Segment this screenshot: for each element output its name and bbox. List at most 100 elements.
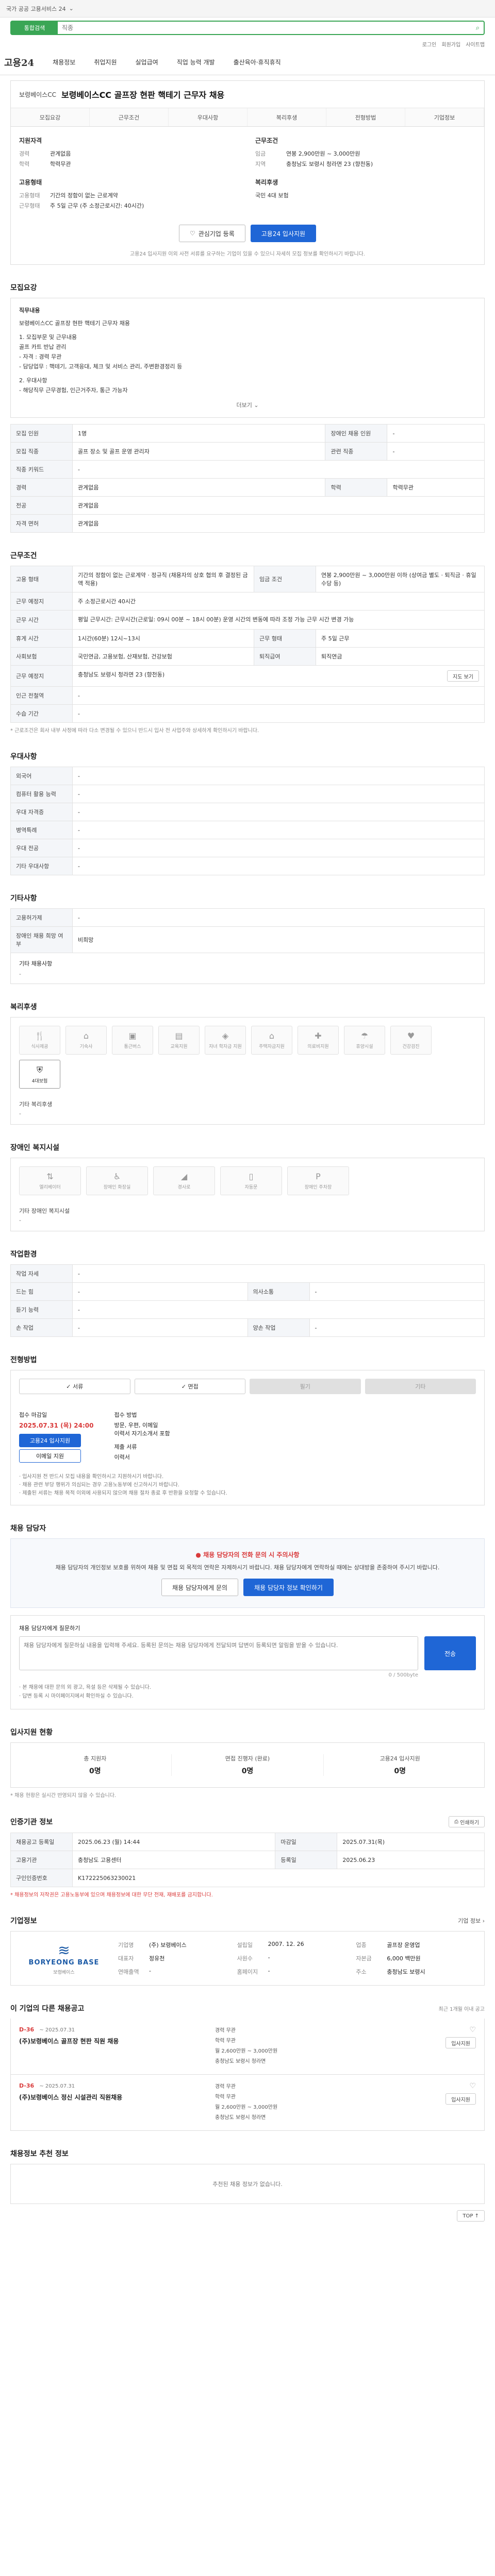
tab-company[interactable]: 기업정보 (405, 108, 484, 126)
print-button[interactable]: ⎙ 인쇄하기 (449, 1816, 485, 1827)
house-icon: ⌂ (269, 1031, 275, 1041)
notice-text: 국가 공공 고용서비스 24 (6, 5, 66, 12)
job-anchor-tabs: 모집요강 근무조건 우대사항 복리후생 전형방법 기업정보 (11, 108, 484, 127)
table-row: 우대 전공 - (10, 839, 485, 857)
facility-label: 경사로 (177, 1185, 191, 1190)
gnb-menu-support[interactable]: 취업지원 (94, 58, 117, 66)
heart-icon[interactable]: ♡ (469, 2082, 476, 2090)
job-apply-button[interactable]: 입사지원 (446, 2037, 476, 2048)
company-box: ≋ BORYEONG BASE 보령베이스 기업명 (주) 보령베이스 설립일 20… (10, 1931, 485, 1986)
kv-value: 충청남도 보령시 청라면 23 (향천동) (286, 161, 373, 167)
th: 듣기 능력 (10, 1300, 73, 1319)
search-scope[interactable]: 통합검색 (11, 22, 58, 34)
td: 관계없음 (72, 496, 485, 515)
sitemap-link[interactable]: 사이트맵 (466, 40, 485, 48)
company-name[interactable]: 보령베이스CC (19, 90, 56, 99)
th: 마감일 (275, 1833, 338, 1851)
td: 관계없음 (72, 514, 485, 533)
contact-recruiter-button[interactable]: 채용 담당자에게 문의 (161, 1579, 239, 1596)
job-item-actions: ♡ 입사지원 (419, 2082, 476, 2123)
job-item-left: D-36 ~ 2025.07.31 (주)보령베이스 정신 시설관리 직원채용 (19, 2082, 205, 2123)
save-company-button[interactable]: ♡ 관심기업 등록 (178, 225, 245, 242)
th: 전공 (10, 496, 73, 515)
list-item[interactable]: D-36 ~ 2025.07.31 (주)보령베이스 골프장 현판 직원 채용 … (10, 2019, 485, 2075)
tab-welfare[interactable]: 복리후생 (248, 108, 326, 126)
join-link[interactable]: 회원가입 (441, 40, 460, 48)
table-row: 근무 예정지 주 소정근로시간 40시간 (10, 592, 485, 611)
th: 근무 예정지 (10, 592, 73, 611)
table-row: 사회보험 국민연금, 고용보험, 산재보험, 건강보험 퇴직급여 퇴직연금 (10, 647, 485, 666)
gnb-menu-training[interactable]: 직업 능력 개발 (177, 58, 215, 66)
company-more-link[interactable]: 기업 정보 › (458, 1917, 485, 1925)
facility-ramp: ◢ 경사로 (153, 1166, 215, 1195)
site-logo[interactable]: 고용24 (4, 56, 34, 69)
gnb-menu-unemployment[interactable]: 실업급여 (136, 58, 158, 66)
job-apply-button[interactable]: 입사지원 (446, 2093, 476, 2105)
td: 2025.06.23 (월) 14:44 (72, 1833, 276, 1851)
cond-heading: 근무조건 (255, 137, 278, 144)
map-button[interactable]: 지도 보기 (447, 670, 479, 682)
note-line: · 제출된 서류는 채용 목적 이외에 사용되지 않으며 채용 절차 종료 후 … (19, 1490, 227, 1496)
list-item[interactable]: D-36 ~ 2025.07.31 (주)보령베이스 정신 시설관리 직원채용 … (10, 2075, 485, 2131)
tab-selection[interactable]: 전형방법 (326, 108, 405, 126)
view-recruiter-button[interactable]: 채용 담당자 정보 확인하기 (243, 1579, 334, 1596)
recruiter-warning: ● 채용 담당자의 전화 문의 시 주의사항 채용 담당자의 개인정보 보호를 … (10, 1538, 485, 1608)
th: 학력 (325, 478, 388, 497)
field-value: 2007. 12. 26 (268, 1941, 304, 1947)
th: 인근 전철역 (10, 686, 73, 705)
td: 2025.07.31(목) (337, 1833, 485, 1851)
section-recruit: 모집요강 직무내용 보령베이스CC 골프장 현판 핵테기 근무자 채용 1. 모… (10, 282, 485, 533)
apply-email-button[interactable]: 이메일 지원 (19, 1449, 81, 1463)
field-value: 충청남도 보령시 (387, 1969, 425, 1975)
table-row: 모집 인원 1명 장애인 채용 인원 - (10, 424, 485, 443)
login-link[interactable]: 로그인 (422, 40, 437, 48)
apply-online-button[interactable]: 고용24 입사지원 (19, 1434, 81, 1447)
recruiter-buttons: 채용 담당자에게 문의 채용 담당자 정보 확인하기 (22, 1579, 473, 1596)
kv-value: 관계없음 (50, 150, 71, 157)
table-row: 근무 예정지 충청남도 보령시 청라면 23 (향천동) 지도 보기 (10, 665, 485, 687)
step-etc: 기타 (365, 1379, 476, 1394)
tag: 월 2,600만원 ~ 3,000만원 (215, 2105, 278, 2110)
gnb-menu-parental[interactable]: 출산육아·휴직휴직 (234, 58, 281, 66)
tab-preferences[interactable]: 우대사항 (169, 108, 248, 126)
inquiry-textarea[interactable] (19, 1636, 418, 1670)
job-item-title[interactable]: (주)보령베이스 골프장 현판 직원 채용 (19, 2037, 205, 2045)
kv-value: 연봉 2,900만원 ~ 3,000만원 (286, 150, 360, 157)
facility-label: 장애인 화장실 (103, 1185, 131, 1190)
section-other-jobs: 이 기업의 다른 채용공고 최근 1개월 이내 공고 D-36 ~ 2025.0… (10, 2003, 485, 2131)
step-interview: ✓ 면접 (134, 1379, 245, 1394)
th: 우대 자격증 (10, 803, 73, 821)
byte-counter: 0 / 500byte (388, 1672, 418, 1678)
tab-recruit[interactable]: 모집요강 (11, 108, 90, 126)
work-note: * 근로조건은 회사 내부 사정에 따라 다소 변경될 수 있으니 반드시 입사… (10, 728, 259, 734)
apply-button[interactable]: 고용24 입사지원 (250, 225, 317, 242)
search-icon[interactable]: ⌕ (472, 24, 484, 32)
kv-key: 근무형태 (19, 202, 40, 209)
extra-title: 기타 채용사항 (19, 960, 53, 967)
scroll-top-button[interactable]: TOP ↑ (457, 2210, 485, 2222)
th: 우대 전공 (10, 839, 73, 857)
gnb-menu-jobs[interactable]: 채용정보 (53, 58, 75, 66)
tab-conditions[interactable]: 근무조건 (90, 108, 169, 126)
heart-icon[interactable]: ♡ (469, 2026, 476, 2034)
td: - (72, 767, 485, 785)
chevron-down-icon[interactable]: ⌄ (69, 5, 74, 12)
check-icon: ✓ (66, 1383, 73, 1390)
field-value: - (268, 1954, 270, 1961)
wave-icon: ≋ (58, 1941, 70, 1959)
section-heading: 복리후생 (10, 1003, 37, 1011)
more-button[interactable]: 더보기 ⌄ (19, 400, 476, 410)
apply-notes: · 입사지원 전 반드시 모집 내용을 확인하시고 지원하시기 바랍니다. · … (11, 1473, 484, 1505)
disability-grid: ⇅ 엘리베이터 ♿ 장애인 화장실 ◢ 경사로 ▯ 자동문 P 장애인 주차장 (11, 1158, 484, 1204)
utility-nav: 로그인 회원가입 사이트맵 (0, 38, 495, 49)
status-label: 총 지원자 (84, 1755, 107, 1762)
th: 고용기관 (10, 1851, 73, 1869)
td: 1시간(60분) 12시~13시 (72, 629, 254, 648)
job-item-title[interactable]: (주)보령베이스 정신 시설관리 직원채용 (19, 2093, 205, 2102)
bus-icon: ▣ (128, 1031, 137, 1041)
facility-label: 장애인 주차장 (304, 1185, 332, 1190)
search-input[interactable] (58, 22, 472, 34)
inquiry-submit-button[interactable]: 전송 (424, 1636, 476, 1670)
th: 구인인증번호 (10, 1869, 73, 1887)
td: - (72, 839, 485, 857)
